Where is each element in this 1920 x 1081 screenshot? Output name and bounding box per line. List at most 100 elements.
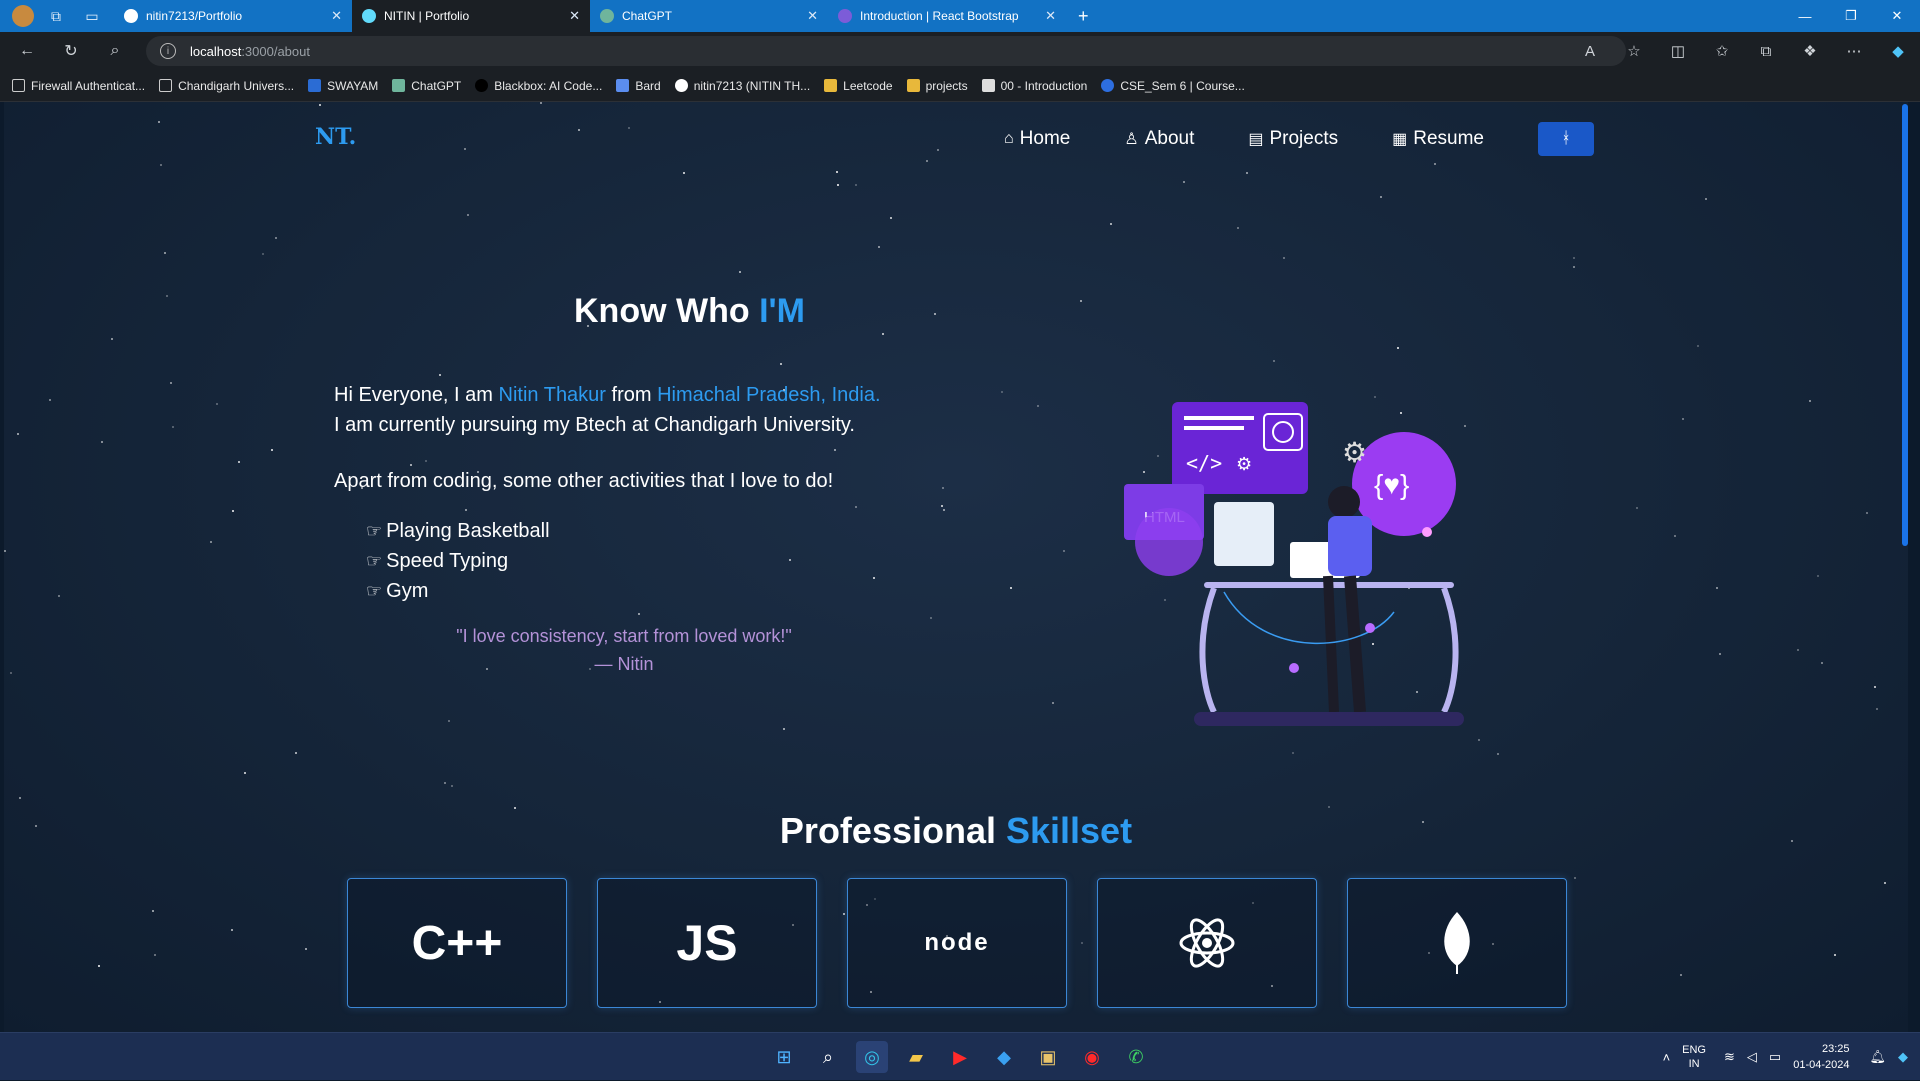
close-icon[interactable]: ✕ [569,8,580,24]
copilot-icon[interactable]: ◆ [1876,42,1920,60]
refresh-button[interactable]: ↻ [54,34,88,68]
star-dot [467,214,469,216]
edge-icon[interactable]: ◎ [856,1041,888,1073]
new-tab-button[interactable]: + [1078,6,1089,27]
home-icon: ⌂ [1004,130,1014,147]
page-scrollbar[interactable] [1902,104,1908,546]
star-dot [1246,172,1248,174]
star-dot [937,149,939,151]
star-dot [154,954,156,956]
bookmark-item[interactable]: ChatGPT [392,79,461,93]
more-menu-icon[interactable]: ⋯ [1832,42,1876,60]
collections-icon[interactable]: ⧉ [1744,43,1788,60]
star-dot [1574,877,1576,879]
star-dot [4,550,6,552]
bookmark-item[interactable]: SWAYAM [308,79,378,93]
split-screen-icon[interactable]: ◫ [1656,42,1700,60]
star-dot [578,129,580,131]
bookmark-item[interactable]: Chandigarh Univers... [159,79,294,93]
skillset-heading: Professional Skillset [779,810,1133,851]
bookmark-item[interactable]: Bard [616,79,661,93]
nav-projects[interactable]: ▤ Projects [1248,128,1338,150]
read-aloud-icon[interactable]: A [1568,43,1612,60]
url-host: localhost [190,43,242,59]
canvas-icon [1101,79,1115,92]
battery-icon[interactable]: ▭ [1769,1049,1781,1065]
course-icon [981,79,995,92]
notification-bell-icon[interactable]: 🔔︎ [1869,1049,1886,1065]
clock[interactable]: 23:25 01-04-2024 [1793,1041,1849,1073]
profile-avatar[interactable] [12,5,34,27]
star-dot [890,217,892,219]
search-icon[interactable]: ⌕ [98,34,132,68]
svg-text:{♥}: {♥} [1374,469,1409,500]
vscode-icon[interactable]: ◆ [988,1041,1020,1073]
bard-sparkle-icon [616,79,630,92]
vertical-tabs-icon[interactable]: ▭ [78,2,106,30]
minimize-button[interactable]: — [1782,0,1828,32]
search-icon[interactable]: ⌕ [812,1041,844,1073]
workspaces-icon[interactable]: ⧉ [42,2,70,30]
close-window-button[interactable]: ✕ [1874,0,1920,32]
extensions-icon[interactable]: ❖ [1788,42,1832,60]
star-dot [49,399,51,401]
star-dot [166,295,168,297]
favorite-star-icon[interactable]: ☆ [1612,42,1656,60]
star-dot [789,559,791,561]
star-dot [1821,662,1823,664]
volume-icon[interactable]: ◁ [1747,1049,1757,1065]
whatsapp-icon[interactable]: ✆ [1120,1041,1152,1073]
tab-github[interactable]: nitin7213/Portfolio ✕ [114,0,352,32]
favorites-icon[interactable]: ✩ [1700,42,1744,60]
tab-chatgpt[interactable]: ChatGPT ✕ [590,0,828,32]
youtube-icon[interactable]: ▶ [944,1041,976,1073]
wifi-icon[interactable]: ≋ [1724,1049,1735,1065]
youtube-music-icon[interactable]: ◉ [1076,1041,1108,1073]
file-explorer-icon[interactable]: ▰ [900,1041,932,1073]
site-info-icon[interactable]: i [160,43,176,59]
tab-react-bootstrap[interactable]: Introduction | React Bootstrap ✕ [828,0,1066,32]
tab-portfolio[interactable]: NITIN | Portfolio ✕ [352,0,590,32]
nav-resume[interactable]: ▦ Resume [1392,128,1484,150]
star-dot [238,461,240,463]
back-button[interactable]: ← [10,34,44,68]
tab-title: Introduction | React Bootstrap [860,9,1019,23]
star-dot [295,752,297,754]
bookmark-item[interactable]: 00 - Introduction [981,79,1087,93]
copilot-icon[interactable]: ◆ [1898,1049,1908,1065]
tab-title: ChatGPT [622,9,673,23]
skill-card-cpp[interactable]: C++ [347,878,567,1008]
star-dot [855,506,857,508]
star-dot [855,184,857,186]
star-dot [1697,345,1699,347]
bookmark-item[interactable]: Firewall Authenticat... [12,79,145,93]
star-dot [943,509,945,511]
bookmark-item[interactable]: Blackbox: AI Code... [475,79,602,93]
bookmark-item[interactable]: projects [906,79,968,93]
address-bar[interactable]: i localhost:3000/about [146,36,1626,66]
skill-card-mongodb[interactable] [1347,878,1567,1008]
bookmark-item[interactable]: nitin7213 (NITIN TH... [674,79,810,93]
nav-home[interactable]: ⌂ Home [1004,128,1070,150]
star-dot [1001,391,1003,393]
nav-about[interactable]: ♙ About [1124,128,1194,150]
site-logo[interactable]: NT. [315,124,356,150]
start-button[interactable]: ⊞ [768,1041,800,1073]
close-icon[interactable]: ✕ [1045,8,1056,24]
bookmark-item[interactable]: CSE_Sem 6 | Course... [1101,79,1245,93]
bookmark-item[interactable]: Leetcode [824,79,893,93]
skill-card-react[interactable] [1097,878,1317,1008]
star-dot [1037,405,1039,407]
restore-button[interactable]: ❐ [1828,0,1874,32]
star-dot [1010,587,1012,589]
chatgpt-icon [392,79,406,92]
chevron-up-icon[interactable]: ˄ [1663,1050,1671,1065]
close-icon[interactable]: ✕ [331,8,342,24]
github-fork-button[interactable]: ᚼ [1538,122,1594,156]
skill-card-js[interactable]: JS [597,878,817,1008]
skill-card-node[interactable]: node [847,878,1067,1008]
tab-title: nitin7213/Portfolio [146,9,243,23]
close-icon[interactable]: ✕ [807,8,818,24]
terminal-icon[interactable]: ▣ [1032,1041,1064,1073]
language-indicator[interactable]: ENG IN [1682,1043,1706,1071]
